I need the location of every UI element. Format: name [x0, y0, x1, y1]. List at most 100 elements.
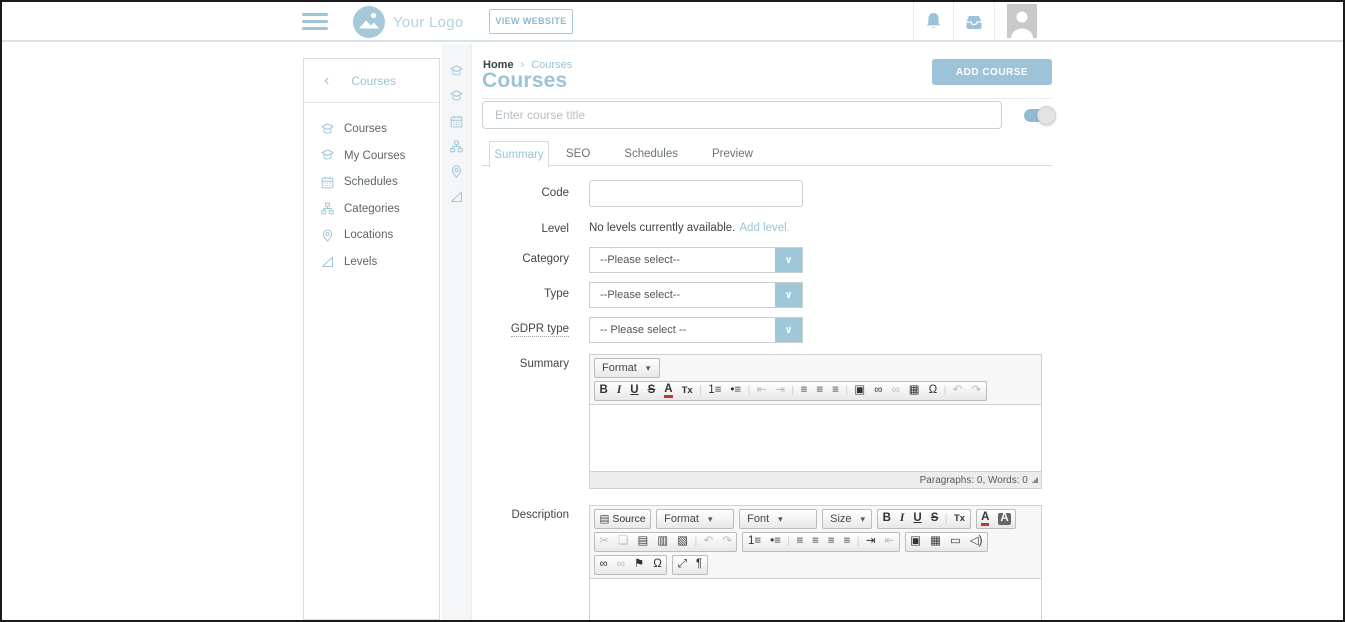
- inbox-icon[interactable]: [964, 15, 984, 35]
- rail-item-levels[interactable]: [449, 189, 464, 204]
- chevron-down-icon[interactable]: ∨: [775, 248, 802, 272]
- hamburger-menu-icon[interactable]: [302, 13, 328, 30]
- rail-item-schedules[interactable]: [449, 114, 464, 129]
- underline-icon[interactable]: U: [909, 509, 926, 529]
- gdpr-type-select[interactable]: -- Please select -- ∨: [589, 317, 803, 343]
- tab-seo[interactable]: SEO: [549, 141, 607, 167]
- media-icon[interactable]: ◁): [965, 532, 988, 552]
- special-char-icon[interactable]: Ω: [924, 381, 942, 401]
- chevron-down-icon[interactable]: ∨: [775, 283, 802, 307]
- bold-icon[interactable]: B: [877, 509, 895, 529]
- format-combo[interactable]: Format: [594, 358, 660, 378]
- sidebar-item-levels[interactable]: Levels: [304, 249, 439, 276]
- undo-icon[interactable]: ↶: [699, 532, 718, 552]
- show-blocks-icon[interactable]: ¶: [692, 555, 708, 575]
- sidebar-item-locations[interactable]: Locations: [304, 222, 439, 249]
- category-select[interactable]: --Please select-- ∨: [589, 247, 803, 273]
- anchor-icon[interactable]: ⚑: [629, 555, 648, 575]
- rail-item-locations[interactable]: [449, 164, 464, 179]
- unlink-icon[interactable]: ∞: [612, 555, 629, 575]
- sidebar-item-courses[interactable]: Courses: [304, 116, 439, 143]
- cut-icon[interactable]: ✂: [594, 532, 614, 552]
- indent-icon[interactable]: ⇥: [861, 532, 880, 552]
- bullet-list-icon[interactable]: •≡: [766, 532, 786, 552]
- bullet-list-icon[interactable]: •≡: [726, 381, 746, 401]
- maximize-icon[interactable]: ⤢: [672, 555, 691, 575]
- undo-icon[interactable]: ↶: [948, 381, 967, 401]
- chevron-left-icon[interactable]: ‹: [324, 73, 329, 89]
- strike-icon[interactable]: S: [643, 381, 660, 401]
- italic-icon[interactable]: I: [612, 381, 625, 401]
- code-input[interactable]: [589, 180, 803, 207]
- link-icon[interactable]: ∞: [870, 381, 887, 401]
- add-level-link[interactable]: Add level.: [739, 222, 790, 234]
- resize-handle-icon[interactable]: ◢: [1032, 476, 1038, 484]
- summary-editor-content[interactable]: [590, 404, 1041, 471]
- special-char-icon[interactable]: Ω: [649, 555, 668, 575]
- ordered-list-icon[interactable]: 1≡: [742, 532, 765, 552]
- toggle-knob[interactable]: [1037, 106, 1056, 125]
- align-justify-icon[interactable]: ≡: [839, 532, 855, 552]
- redo-icon[interactable]: ↷: [967, 381, 987, 401]
- rail-item-courses[interactable]: [449, 64, 464, 79]
- summary-editor-toolbar: Format BIUSATx|1≡•≡|⇤⇥|≡≡≡|▣∞∞▦Ω|↶↷: [590, 355, 1041, 404]
- underline-icon[interactable]: U: [626, 381, 643, 401]
- bold-icon[interactable]: B: [594, 381, 612, 401]
- image-icon[interactable]: ▣: [850, 381, 870, 401]
- italic-icon[interactable]: I: [895, 509, 908, 529]
- strike-icon[interactable]: S: [926, 509, 943, 529]
- logo[interactable]: Your Logo: [352, 4, 464, 40]
- notifications-bell-icon[interactable]: [925, 12, 942, 37]
- chevron-down-icon[interactable]: ∨: [775, 318, 802, 342]
- rail-item-categories[interactable]: [449, 139, 464, 154]
- sidebar-item-categories[interactable]: Categories: [304, 196, 439, 223]
- link-icon[interactable]: ∞: [594, 555, 612, 575]
- type-select[interactable]: --Please select-- ∨: [589, 282, 803, 308]
- redo-icon[interactable]: ↷: [718, 532, 738, 552]
- remove-format-icon[interactable]: Tx: [950, 509, 971, 529]
- outdent-icon[interactable]: ⇤: [752, 381, 771, 401]
- table-icon[interactable]: ▦: [926, 532, 946, 552]
- image-icon[interactable]: ▣: [905, 532, 926, 552]
- align-left-icon[interactable]: ≡: [792, 532, 808, 552]
- paste-text-icon[interactable]: ▥: [653, 532, 673, 552]
- description-editor: ▤ SourceFormatFontSizeBIUS|TxAA ✂❏▤▥▧|↶↷…: [589, 505, 1042, 622]
- description-editor-content[interactable]: [590, 578, 1041, 622]
- font-combo[interactable]: Font: [739, 509, 817, 529]
- source-button[interactable]: ▤ Source: [594, 509, 651, 529]
- bg-color-icon[interactable]: A: [994, 509, 1016, 529]
- unlink-icon[interactable]: ∞: [887, 381, 904, 401]
- tab-schedules[interactable]: Schedules: [607, 141, 695, 167]
- add-course-button[interactable]: ADD COURSE: [932, 59, 1052, 85]
- outdent-icon[interactable]: ⇤: [880, 532, 900, 552]
- horizontal-rule-icon[interactable]: ▭: [945, 532, 965, 552]
- user-avatar[interactable]: [1007, 4, 1037, 43]
- topbar-divider: [953, 2, 954, 40]
- align-right-icon[interactable]: ≡: [828, 381, 844, 401]
- paste-icon[interactable]: ▤: [633, 532, 653, 552]
- indent-icon[interactable]: ⇥: [771, 381, 790, 401]
- format-combo[interactable]: Format: [656, 509, 734, 529]
- align-center-icon[interactable]: ≡: [812, 381, 828, 401]
- sidebar-back[interactable]: ‹ Courses: [304, 59, 439, 103]
- table-icon[interactable]: ▦: [904, 381, 924, 401]
- copy-icon[interactable]: ❏: [614, 532, 633, 552]
- sitemap-icon: [449, 139, 464, 154]
- align-center-icon[interactable]: ≡: [808, 532, 824, 552]
- align-left-icon[interactable]: ≡: [796, 381, 812, 401]
- tab-summary[interactable]: Summary: [489, 141, 549, 167]
- text-color-icon[interactable]: A: [660, 381, 677, 401]
- sidebar-item-my-courses[interactable]: My Courses: [304, 143, 439, 170]
- size-combo[interactable]: Size: [822, 509, 872, 529]
- sidebar-item-schedules[interactable]: Schedules: [304, 169, 439, 196]
- align-right-icon[interactable]: ≡: [823, 532, 839, 552]
- paste-word-icon[interactable]: ▧: [673, 532, 693, 552]
- rail-item-my-courses[interactable]: [449, 89, 464, 104]
- remove-format-icon[interactable]: Tx: [677, 381, 697, 401]
- ordered-list-icon[interactable]: 1≡: [704, 381, 726, 401]
- view-website-button[interactable]: VIEW WEBSITE: [489, 9, 573, 34]
- text-color-icon[interactable]: A: [976, 509, 994, 529]
- tab-preview[interactable]: Preview: [695, 141, 770, 167]
- course-title-input[interactable]: [482, 101, 1002, 129]
- course-active-toggle[interactable]: [1024, 108, 1058, 122]
